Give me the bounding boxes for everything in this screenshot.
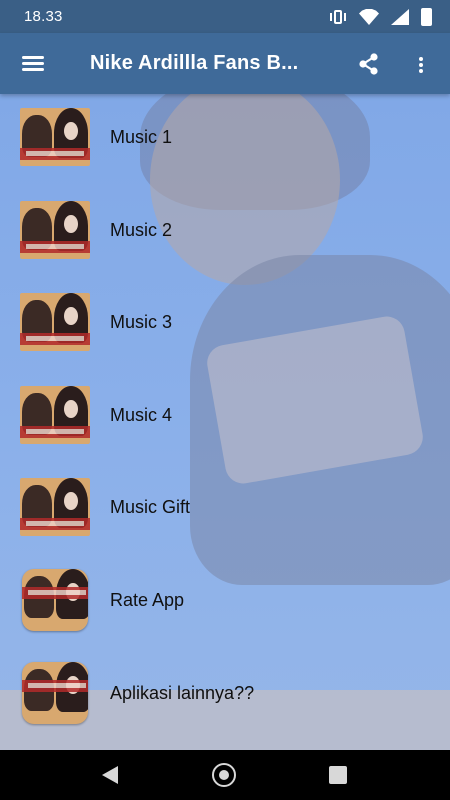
home-circle-icon[interactable] <box>212 763 236 787</box>
album-thumbnail <box>20 293 90 352</box>
list-item-music-4[interactable]: Music 4 <box>0 372 450 465</box>
more-vert-icon[interactable] <box>409 49 433 79</box>
hamburger-menu-icon[interactable] <box>16 49 50 79</box>
battery-icon <box>421 8 432 26</box>
wifi-icon <box>359 9 379 25</box>
list-item-label: Rate App <box>110 589 185 610</box>
list-item-label: Music 4 <box>110 404 173 425</box>
vibrate-icon <box>329 8 347 26</box>
album-thumbnail <box>20 385 90 444</box>
list-item-label: Music 1 <box>110 127 173 147</box>
list-item-label: Music 2 <box>110 219 173 240</box>
app-bar: Nike Ardillla Fans B... <box>0 33 450 94</box>
recents-square-icon[interactable] <box>329 766 347 784</box>
list-item-label: Music 3 <box>110 312 173 333</box>
signal-icon <box>391 9 409 25</box>
list-item-music-3[interactable]: Music 3 <box>0 279 450 372</box>
album-thumbnail <box>20 108 90 166</box>
list-item-rate-app[interactable]: Rate App <box>0 557 450 650</box>
menu-list: Music 1 Music 2 Music 3 Music 4 Music Gi <box>0 94 450 742</box>
system-nav-bar <box>0 750 450 800</box>
app-screen: 18.33 Nike Ardillla Fans B... Music 1 Mu… <box>0 0 450 800</box>
share-icon[interactable] <box>354 49 384 79</box>
app-title: Nike Ardillla Fans B... <box>90 52 299 74</box>
list-item-label: Aplikasi lainnya?? <box>110 682 255 703</box>
back-triangle-icon[interactable] <box>102 766 120 784</box>
app-icon-thumbnail <box>22 661 88 724</box>
album-thumbnail <box>20 478 90 537</box>
list-item-music-gift[interactable]: Music Gift <box>0 464 450 557</box>
list-item-music-1[interactable]: Music 1 <box>0 94 450 187</box>
status-icons <box>329 8 432 26</box>
list-item-music-2[interactable]: Music 2 <box>0 187 450 280</box>
status-time: 18.33 <box>24 8 63 25</box>
list-item-more-apps[interactable]: Aplikasi lainnya?? <box>0 650 450 743</box>
list-item-label: Music Gift <box>110 497 191 518</box>
app-icon-thumbnail <box>22 568 88 631</box>
album-thumbnail <box>20 200 90 259</box>
status-bar: 18.33 <box>0 0 450 33</box>
